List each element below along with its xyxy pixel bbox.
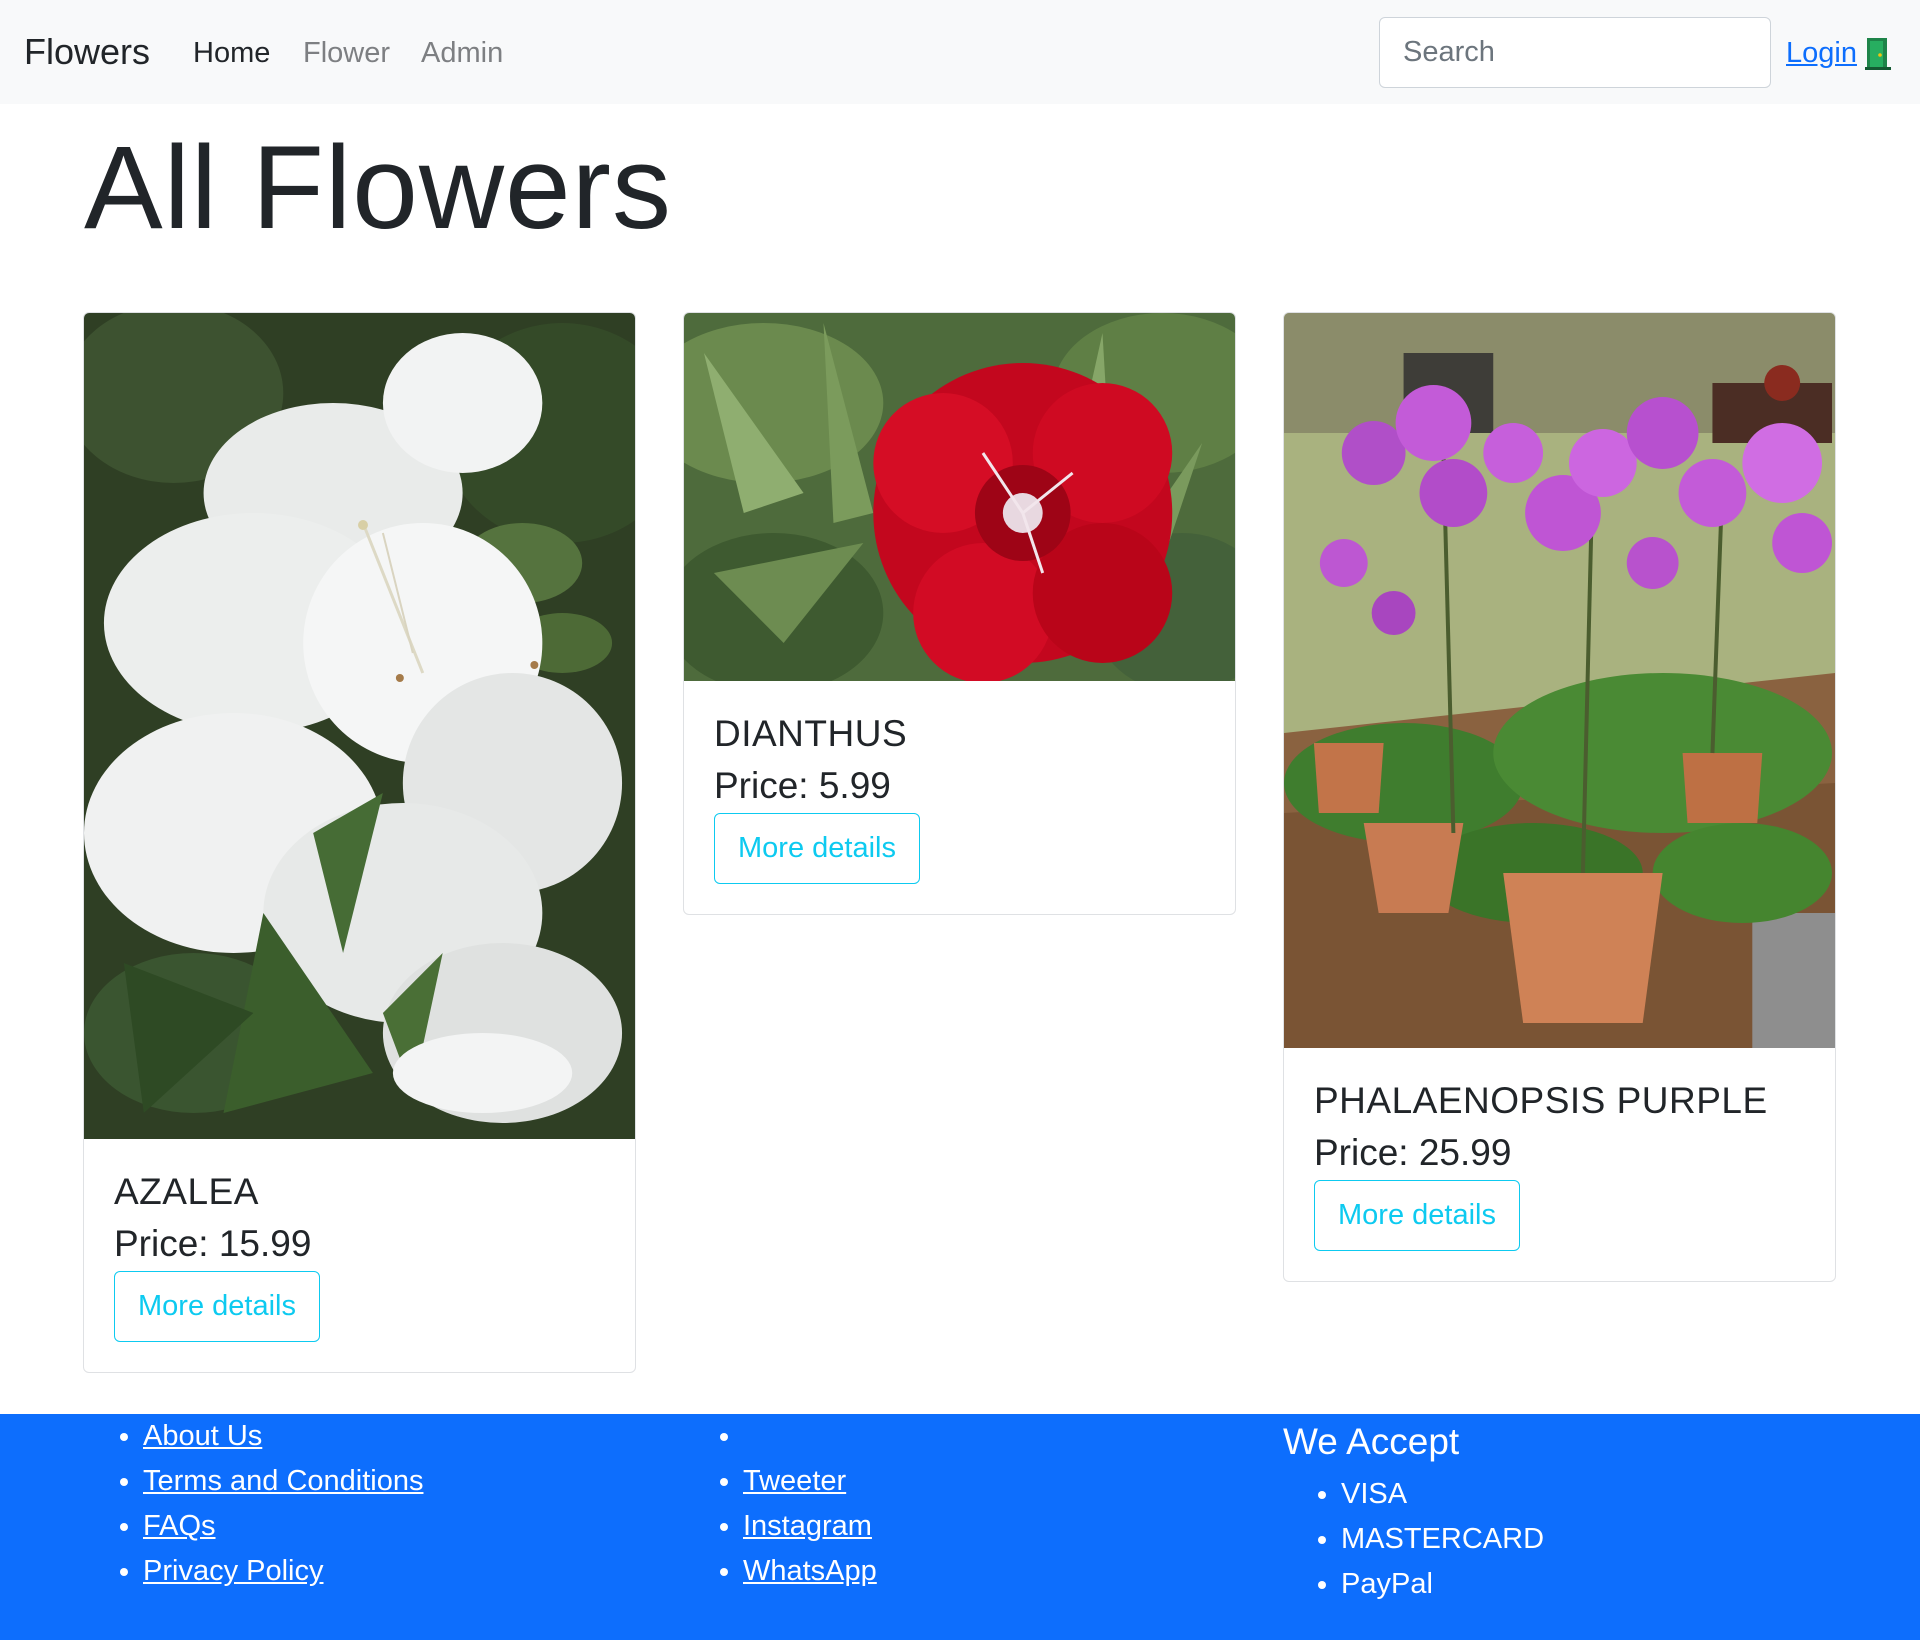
nav-link-admin[interactable]: Admin	[421, 35, 503, 71]
flower-name: AZALEA	[114, 1171, 259, 1212]
footer-social-links: Tweeter Instagram WhatsApp	[685, 1414, 877, 1594]
page-title: All Flowers	[84, 122, 672, 254]
flower-name: DIANTHUS	[714, 713, 908, 754]
about-us-link[interactable]: About Us	[143, 1420, 262, 1452]
flower-card-phalaenopsis-purple: PHALAENOPSIS PURPLE Price: 25.99 More de…	[1283, 312, 1836, 1282]
footer-list-item	[743, 1414, 877, 1459]
tweeter-link[interactable]: Tweeter	[743, 1465, 846, 1497]
nav-link-home[interactable]: Home	[193, 35, 270, 71]
footer-list-item: Terms and Conditions	[143, 1459, 423, 1504]
flower-name: PHALAENOPSIS PURPLE	[1314, 1080, 1768, 1121]
terms-link[interactable]: Terms and Conditions	[143, 1465, 423, 1497]
footer-list-item: About Us	[143, 1414, 423, 1459]
purple-orchids-photo	[1284, 313, 1835, 1048]
nav-link-flower[interactable]: Flower	[303, 35, 390, 71]
login-link[interactable]: Login	[1786, 33, 1891, 73]
more-details-button[interactable]: More details	[714, 813, 920, 884]
payment-methods-list: VISA MASTERCARD PayPal	[1283, 1472, 1544, 1607]
flower-price: Price: 5.99	[714, 765, 891, 806]
site-footer: About Us Terms and Conditions FAQs Priva…	[0, 1414, 1920, 1640]
privacy-policy-link[interactable]: Privacy Policy	[143, 1555, 324, 1587]
footer-info-links: About Us Terms and Conditions FAQs Priva…	[85, 1414, 423, 1594]
card-body: PHALAENOPSIS PURPLE Price: 25.99 More de…	[1284, 1048, 1835, 1281]
card-body: AZALEA Price: 15.99 More details	[84, 1139, 635, 1372]
payment-method-mastercard: MASTERCARD	[1341, 1517, 1544, 1562]
flower-price: Price: 25.99	[1314, 1132, 1512, 1173]
we-accept-heading: We Accept	[1283, 1421, 1460, 1462]
whatsapp-link[interactable]: WhatsApp	[743, 1555, 877, 1587]
footer-list-item: Instagram	[743, 1504, 877, 1549]
flower-card-dianthus: DIANTHUS Price: 5.99 More details	[683, 312, 1236, 915]
card-body: DIANTHUS Price: 5.99 More details	[684, 681, 1235, 914]
brand-logo-text[interactable]: Flowers	[24, 30, 150, 74]
red-dianthus-photo	[684, 313, 1235, 681]
white-azalea-photo	[84, 313, 635, 1139]
faqs-link[interactable]: FAQs	[143, 1510, 216, 1542]
more-details-button[interactable]: More details	[1314, 1180, 1520, 1251]
instagram-link[interactable]: Instagram	[743, 1510, 872, 1542]
top-navbar: Flowers Home Flower Admin Login	[0, 0, 1920, 104]
door-icon	[1864, 38, 1891, 70]
flower-card-azalea: AZALEA Price: 15.99 More details	[83, 312, 636, 1373]
footer-list-item: WhatsApp	[743, 1549, 877, 1594]
footer-list-item: Privacy Policy	[143, 1549, 423, 1594]
footer-list-item: FAQs	[143, 1504, 423, 1549]
search-input[interactable]	[1379, 17, 1771, 88]
payment-method-paypal: PayPal	[1341, 1562, 1544, 1607]
footer-list-item: Tweeter	[743, 1459, 877, 1504]
flower-price: Price: 15.99	[114, 1223, 312, 1264]
more-details-button[interactable]: More details	[114, 1271, 320, 1342]
payment-method-visa: VISA	[1341, 1472, 1544, 1517]
login-label: Login	[1786, 37, 1857, 69]
